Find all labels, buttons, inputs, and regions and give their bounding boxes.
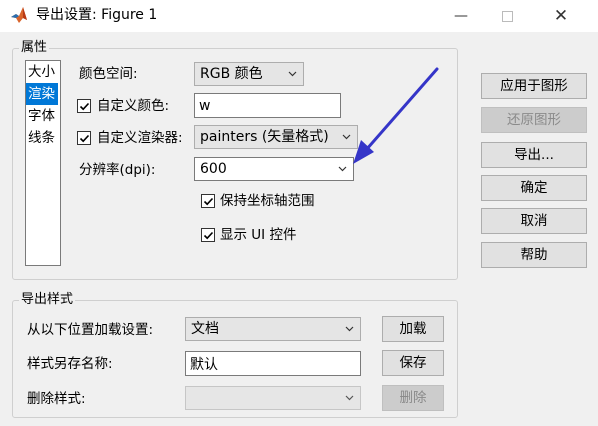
load-from-select[interactable]: 文档 <box>185 317 361 341</box>
chevron-down-icon <box>342 134 351 140</box>
resolution-label: 分辨率(dpi): <box>79 162 156 178</box>
colorspace-select[interactable]: RGB 颜色 <box>194 62 304 86</box>
matlab-logo-icon <box>11 7 27 23</box>
list-item-fonts[interactable]: 字体 <box>26 105 58 127</box>
checkmark-icon <box>79 102 90 111</box>
resolution-value: 600 <box>200 161 227 177</box>
keep-axes-limits-label: 保持坐标轴范围 <box>220 193 315 209</box>
title-bar: 导出设置: Figure 1 — ✕ <box>0 0 598 32</box>
properties-legend: 属性 <box>19 40 50 56</box>
property-category-list[interactable]: 大小 渲染 字体 线条 <box>25 60 61 266</box>
list-item-lines[interactable]: 线条 <box>26 127 58 149</box>
resolution-select[interactable]: 600 <box>194 157 354 181</box>
export-styles-legend: 导出样式 <box>19 292 76 308</box>
maximize-icon[interactable] <box>484 0 530 32</box>
custom-renderer-label: 自定义渲染器: <box>97 130 183 146</box>
minimize-icon[interactable]: — <box>438 0 484 32</box>
delete-style-select[interactable] <box>185 386 361 410</box>
apply-to-figure-button[interactable]: 应用于图形 <box>481 73 587 99</box>
close-icon[interactable]: ✕ <box>538 0 584 32</box>
style-name-input[interactable] <box>185 351 361 376</box>
chevron-down-icon <box>338 166 347 172</box>
save-as-label: 样式另存名称: <box>27 356 113 372</box>
checkmark-icon <box>203 197 214 206</box>
custom-renderer-checkbox[interactable] <box>77 131 91 145</box>
chevron-down-icon <box>288 71 297 77</box>
list-item-rendering[interactable]: 渲染 <box>26 83 58 105</box>
keep-axes-limits-checkbox[interactable] <box>201 194 215 208</box>
custom-color-checkbox[interactable] <box>77 99 91 113</box>
delete-style-label: 删除样式: <box>27 391 86 407</box>
colorspace-label: 颜色空间: <box>79 66 138 82</box>
renderer-select[interactable]: painters (矢量格式) <box>194 125 358 149</box>
delete-button[interactable]: 删除 <box>382 385 444 411</box>
save-button[interactable]: 保存 <box>382 350 444 376</box>
dialog-client: 属性 大小 渲染 字体 线条 颜色空间: RGB 颜色 自定义颜色: 自定义渲染… <box>0 32 598 426</box>
window-title: 导出设置: Figure 1 <box>36 7 158 23</box>
load-from-value: 文档 <box>191 321 219 337</box>
checkmark-icon <box>203 231 214 240</box>
load-button[interactable]: 加载 <box>382 316 444 342</box>
chevron-down-icon <box>345 326 354 332</box>
custom-color-label: 自定义颜色: <box>97 98 170 114</box>
export-button[interactable]: 导出... <box>481 142 587 168</box>
chevron-down-icon <box>345 395 354 401</box>
ok-button[interactable]: 确定 <box>481 175 587 201</box>
colorspace-value: RGB 颜色 <box>200 66 263 82</box>
checkmark-icon <box>79 134 90 143</box>
show-ui-checkbox[interactable] <box>201 228 215 242</box>
renderer-value: painters (矢量格式) <box>200 129 329 145</box>
custom-color-input[interactable] <box>194 93 341 118</box>
revert-figure-button[interactable]: 还原图形 <box>481 107 587 133</box>
load-settings-label: 从以下位置加载设置: <box>27 322 154 338</box>
cancel-button[interactable]: 取消 <box>481 208 587 234</box>
help-button[interactable]: 帮助 <box>481 242 587 268</box>
show-ui-label: 显示 UI 控件 <box>220 227 297 243</box>
list-item-size[interactable]: 大小 <box>26 61 58 83</box>
